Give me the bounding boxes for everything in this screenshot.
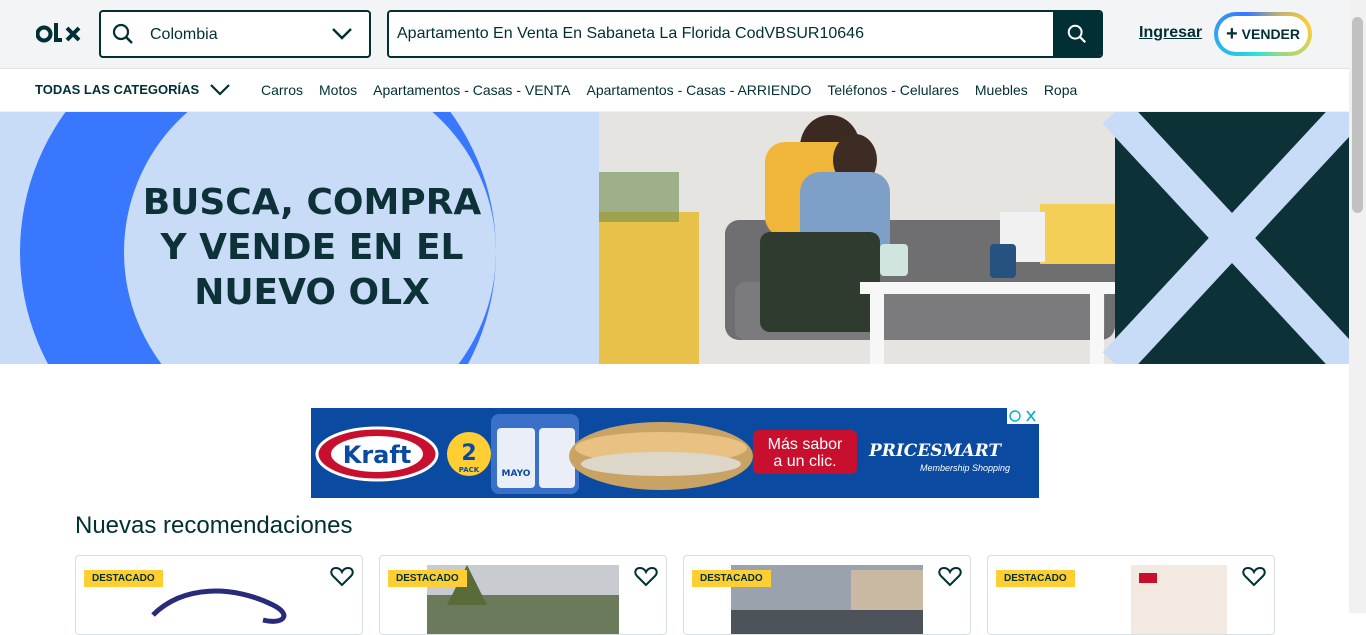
scrollbar-thumb[interactable] — [1352, 17, 1363, 213]
featured-badge: DESTACADO — [996, 570, 1075, 587]
search-icon — [1067, 24, 1087, 44]
sell-label: VENDER — [1241, 26, 1301, 42]
chevron-down-icon — [210, 83, 230, 96]
search-icon — [112, 23, 133, 44]
banner-line-1: BUSCA, COMPRA — [143, 182, 482, 223]
heart-icon[interactable] — [330, 565, 354, 587]
featured-badge: DESTACADO — [84, 570, 163, 587]
hero-banner[interactable]: BUSCA, COMPRA Y VENDE EN EL NUEVO OLX — [0, 112, 1349, 364]
featured-badge: DESTACADO — [692, 570, 771, 587]
location-selector[interactable]: Colombia — [99, 10, 371, 58]
listing-card[interactable]: DESTACADO — [683, 555, 971, 635]
banner-line-2: Y VENDE EN EL — [160, 227, 464, 268]
advertisement-banner[interactable]: Kraft 2 PACK MAYO Más sabor a un clic. P… — [311, 408, 1039, 498]
category-links: Carros Motos Apartamentos - Casas - VENT… — [261, 82, 1077, 98]
category-link-telefonos[interactable]: Teléfonos - Celulares — [827, 82, 959, 98]
listing-card[interactable]: DESTACADO — [75, 555, 363, 635]
all-categories-dropdown[interactable]: TODAS LAS CATEGORÍAS — [35, 82, 231, 97]
listing-card[interactable]: DESTACADO — [987, 555, 1275, 635]
category-link-carros[interactable]: Carros — [261, 82, 303, 98]
category-link-apartamentos-venta[interactable]: Apartamentos - Casas - VENTA — [373, 82, 570, 98]
recommendations-title: Nuevas recomendaciones — [75, 512, 353, 539]
login-link[interactable]: Ingresar — [1139, 24, 1202, 42]
plus-icon: + — [1225, 23, 1238, 45]
category-link-apartamentos-arriendo[interactable]: Apartamentos - Casas - ARRIENDO — [587, 82, 812, 98]
top-header: Colombia Ingresar + VENDER — [0, 0, 1349, 69]
search-bar — [387, 10, 1103, 58]
chevron-down-icon — [332, 28, 352, 40]
ad-graphic: Kraft 2 PACK MAYO Más sabor a un clic. P… — [311, 408, 1039, 498]
banner-line-3: NUEVO OLX — [194, 272, 430, 313]
ad-product-label: MAYO — [502, 469, 531, 479]
search-button[interactable] — [1053, 12, 1101, 56]
heart-icon[interactable] — [634, 565, 658, 587]
hero-banner-graphic: BUSCA, COMPRA Y VENDE EN EL NUEVO OLX — [0, 112, 1349, 364]
ad-slogan-line-1: Más sabor — [768, 436, 843, 453]
ad-brand-pricesmart-sub: Membership Shopping — [920, 463, 1010, 473]
category-link-motos[interactable]: Motos — [319, 82, 357, 98]
page-scrollbar[interactable] — [1349, 0, 1366, 613]
category-link-muebles[interactable]: Muebles — [975, 82, 1028, 98]
location-value: Colombia — [150, 26, 218, 43]
ad-pack-label: PACK — [459, 466, 480, 474]
search-input[interactable] — [389, 12, 1053, 56]
sell-button[interactable]: + VENDER — [1214, 12, 1312, 56]
category-link-ropa[interactable]: Ropa — [1044, 82, 1077, 98]
ad-slogan-line-2: a un clic. — [773, 453, 836, 470]
listing-card[interactable]: DESTACADO — [379, 555, 667, 635]
ad-pack-number: 2 — [461, 441, 476, 466]
ad-brand-kraft: Kraft — [343, 441, 412, 469]
ad-brand-pricesmart: PRICESMART — [868, 441, 1002, 461]
heart-icon[interactable] — [938, 565, 962, 587]
featured-badge: DESTACADO — [388, 570, 467, 587]
category-bar: TODAS LAS CATEGORÍAS Carros Motos Aparta… — [0, 70, 1349, 112]
heart-icon[interactable] — [1242, 565, 1266, 587]
olx-logo[interactable] — [36, 20, 82, 48]
all-categories-label: TODAS LAS CATEGORÍAS — [35, 82, 200, 97]
